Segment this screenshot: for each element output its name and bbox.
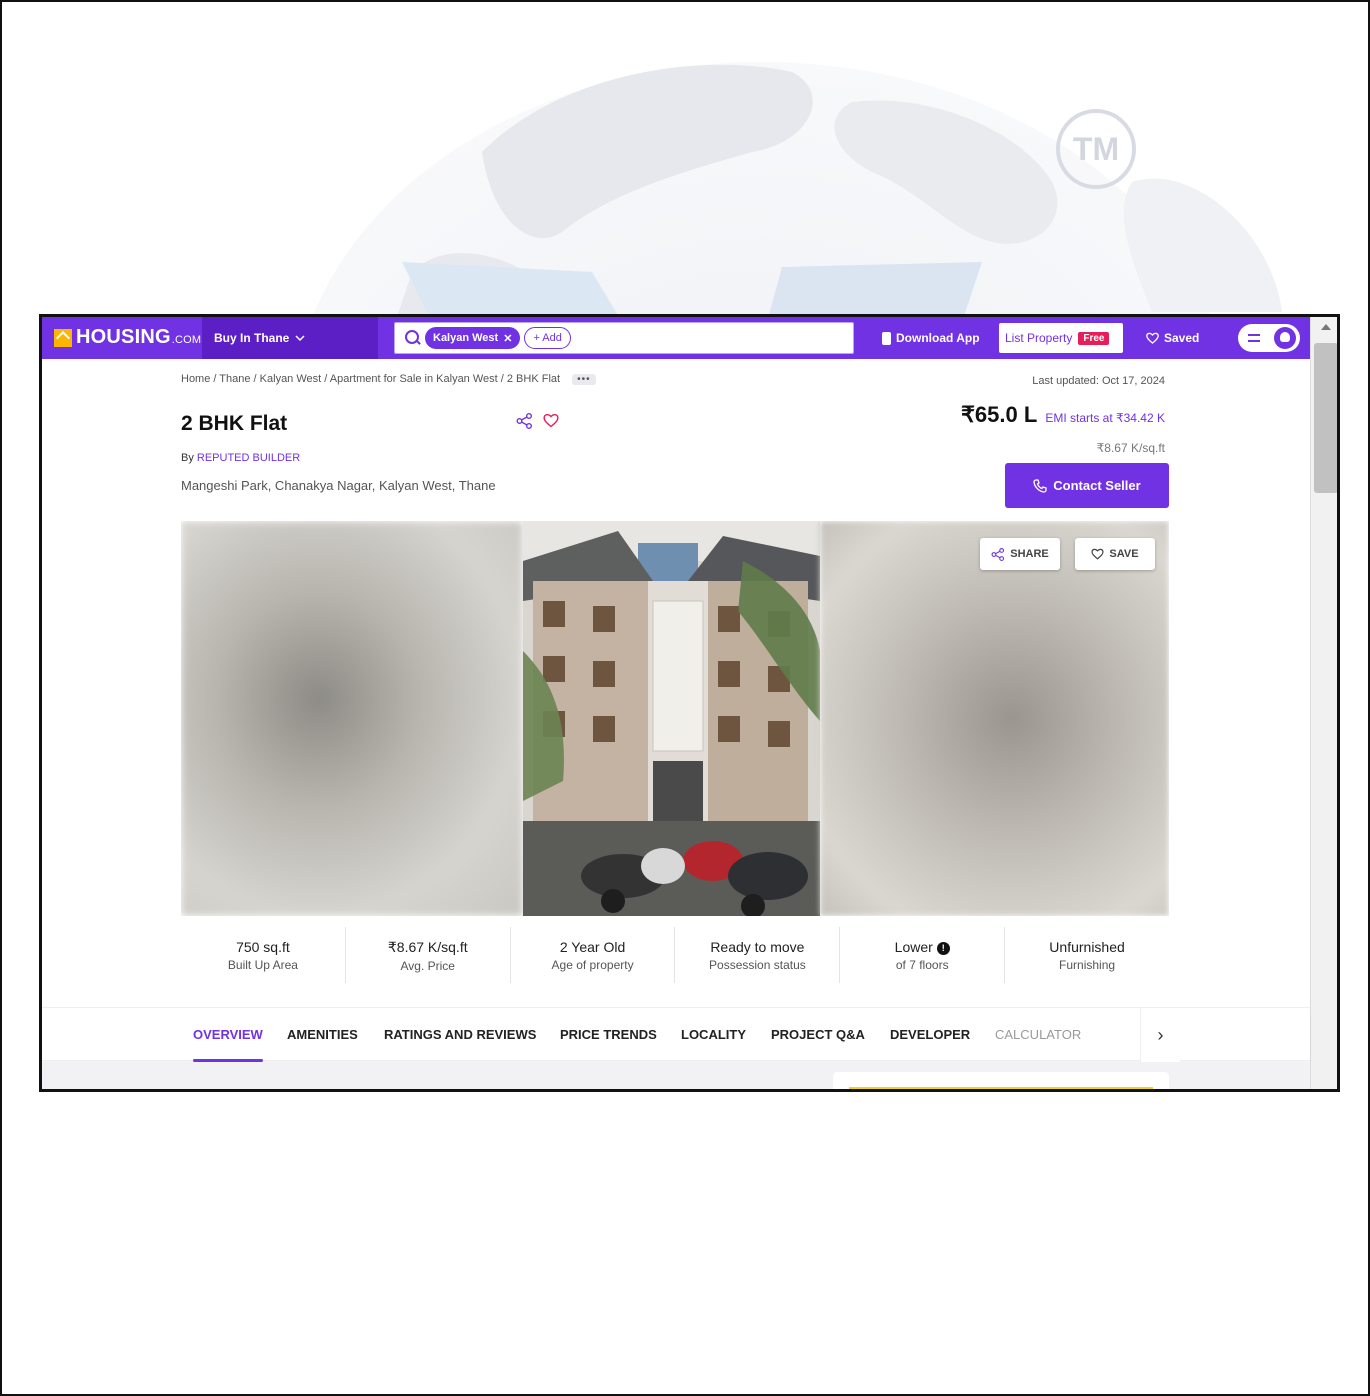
property-stats: 750 sq.ft Built Up Area ₹8.67 K/sq.ft Av… (181, 927, 1169, 983)
free-badge: Free (1078, 331, 1110, 345)
breadcrumb-path[interactable]: Home / Thane / Kalyan West / Apartment f… (181, 373, 560, 385)
stat-label: of 7 floors (895, 958, 949, 972)
builder-prefix: By (181, 452, 194, 464)
list-property-label: List Property (1005, 331, 1073, 345)
phone-icon (1033, 478, 1047, 493)
tab-amenities[interactable]: AMENITIES (287, 1027, 358, 1042)
price-row: ₹65.0 L EMI starts at ₹34.42 K (961, 402, 1165, 428)
tab-calculator[interactable]: CALCULATOR (995, 1027, 1081, 1042)
building-photo-illustration (523, 521, 820, 916)
stat-value-row: Lower! (840, 939, 1004, 955)
city-dropdown-label: Buy In Thane (214, 331, 290, 345)
city-dropdown[interactable]: Buy In Thane (202, 317, 378, 359)
tab-project-qa[interactable]: PROJECT Q&A (771, 1027, 865, 1042)
download-app-link[interactable]: Download App (882, 317, 980, 359)
share-icon[interactable] (516, 413, 533, 429)
share-icon (991, 547, 1005, 561)
trademark-watermark: TM (1056, 109, 1136, 189)
heart-outline-icon (1146, 332, 1159, 344)
locality-chip[interactable]: Kalyan West ✕ (425, 327, 521, 349)
top-navigation-bar: HOUSING .COM Buy In Thane Kalyan West ✕ … (42, 317, 1310, 359)
stat-value: 2 Year Old (559, 939, 626, 955)
chevron-down-icon (295, 335, 305, 342)
tab-overview[interactable]: OVERVIEW (193, 1027, 263, 1062)
scroll-up-arrow-icon[interactable] (1321, 324, 1331, 330)
property-price: ₹65.0 L (960, 402, 1038, 427)
builder-link[interactable]: REPUTED BUILDER (197, 452, 300, 464)
tab-price-trends[interactable]: PRICE TRENDS (560, 1027, 657, 1042)
property-address: Mangeshi Park, Chanakya Nagar, Kalyan We… (181, 478, 496, 493)
list-property-button[interactable]: List Property Free (999, 323, 1123, 353)
stat-value: Lower (894, 939, 933, 955)
stat-value: 750 sq.ft (236, 939, 290, 955)
stat-built-up-area: 750 sq.ft Built Up Area (181, 927, 346, 983)
heart-icon[interactable] (543, 413, 559, 428)
logo-text: HOUSING (76, 326, 171, 348)
stat-label: Furnishing (1059, 958, 1116, 972)
breadcrumb: Home / Thane / Kalyan West / Apartment f… (181, 373, 596, 385)
stat-value: Unfurnished (1049, 939, 1125, 955)
heart-outline-icon (1091, 548, 1104, 560)
mobile-phone-icon (882, 331, 891, 345)
close-icon[interactable]: ✕ (503, 332, 512, 345)
stat-label: Possession status (709, 958, 806, 972)
tab-developer[interactable]: DEVELOPER (890, 1027, 970, 1042)
stat-possession: Ready to move Possession status (675, 927, 841, 983)
locality-chip-label: Kalyan West (433, 332, 499, 344)
page-frame: TM HOUSING .COM Buy In Thane Kalyan West… (0, 0, 1370, 1396)
search-icon (403, 329, 421, 347)
tab-ratings-and-reviews[interactable]: RATINGS AND REVIEWS (384, 1027, 536, 1042)
stat-avg-price: ₹8.67 K/sq.ft Avg. Price (346, 927, 511, 983)
tab-locality[interactable]: LOCALITY (681, 1027, 746, 1042)
builder-line: By REPUTED BUILDER (181, 452, 300, 464)
emi-link[interactable]: EMI starts at ₹34.42 K (1045, 411, 1165, 425)
page-title: 2 BHK Flat (181, 412, 288, 435)
section-tabs: OVERVIEW AMENITIES RATINGS AND REVIEWS P… (42, 1007, 1310, 1062)
photo-gallery[interactable]: SHARE SAVE (181, 521, 1169, 916)
property-photo[interactable] (523, 521, 820, 916)
download-app-label: Download App (896, 331, 980, 345)
gallery-save-button[interactable]: SAVE (1075, 538, 1155, 570)
info-icon[interactable]: ! (936, 942, 950, 955)
gallery-save-label: SAVE (1109, 548, 1139, 560)
contact-seller-button[interactable]: Contact Seller (1005, 463, 1169, 508)
chevron-right-icon[interactable]: › (1140, 1008, 1180, 1062)
gallery-share-button[interactable]: SHARE (980, 538, 1060, 570)
last-updated-text: Last updated: Oct 17, 2024 (1032, 375, 1165, 387)
browser-screenshot: HOUSING .COM Buy In Thane Kalyan West ✕ … (39, 314, 1340, 1092)
scroll-thumb[interactable] (1314, 343, 1337, 493)
stat-furnishing: Unfurnished Furnishing (1005, 927, 1169, 983)
housing-logo[interactable]: HOUSING .COM (54, 326, 201, 349)
search-bar[interactable]: Kalyan West ✕ + Add (394, 322, 854, 354)
user-menu[interactable] (1238, 324, 1300, 352)
side-card (833, 1072, 1169, 1089)
stat-floor: Lower! of 7 floors (840, 927, 1006, 983)
hamburger-menu-icon (1248, 334, 1260, 342)
add-locality-button[interactable]: + Add (524, 327, 571, 349)
blurred-photo-left[interactable] (181, 521, 523, 916)
stat-label: Built Up Area (227, 958, 298, 972)
saved-label: Saved (1164, 331, 1200, 345)
saved-link[interactable]: Saved (1146, 317, 1199, 359)
breadcrumb-more-button[interactable]: ••• (572, 373, 596, 385)
stat-value: Ready to move (710, 939, 805, 955)
title-actions (516, 413, 559, 429)
stat-label: Avg. Price (400, 959, 455, 973)
blurred-photo-right[interactable] (820, 521, 1169, 916)
gallery-share-label: SHARE (1010, 548, 1049, 560)
contact-seller-label: Contact Seller (1053, 478, 1141, 493)
logo-icon (54, 328, 72, 347)
stat-value: ₹8.67 K/sq.ft (387, 939, 468, 955)
price-per-sqft: ₹8.67 K/sq.ft (1096, 441, 1165, 455)
stat-label: Age of property (551, 958, 634, 972)
stat-age: 2 Year Old Age of property (511, 927, 676, 983)
avatar (1274, 327, 1296, 349)
logo-suffix: .COM (171, 334, 202, 346)
vertical-scrollbar[interactable] (1310, 317, 1337, 1089)
